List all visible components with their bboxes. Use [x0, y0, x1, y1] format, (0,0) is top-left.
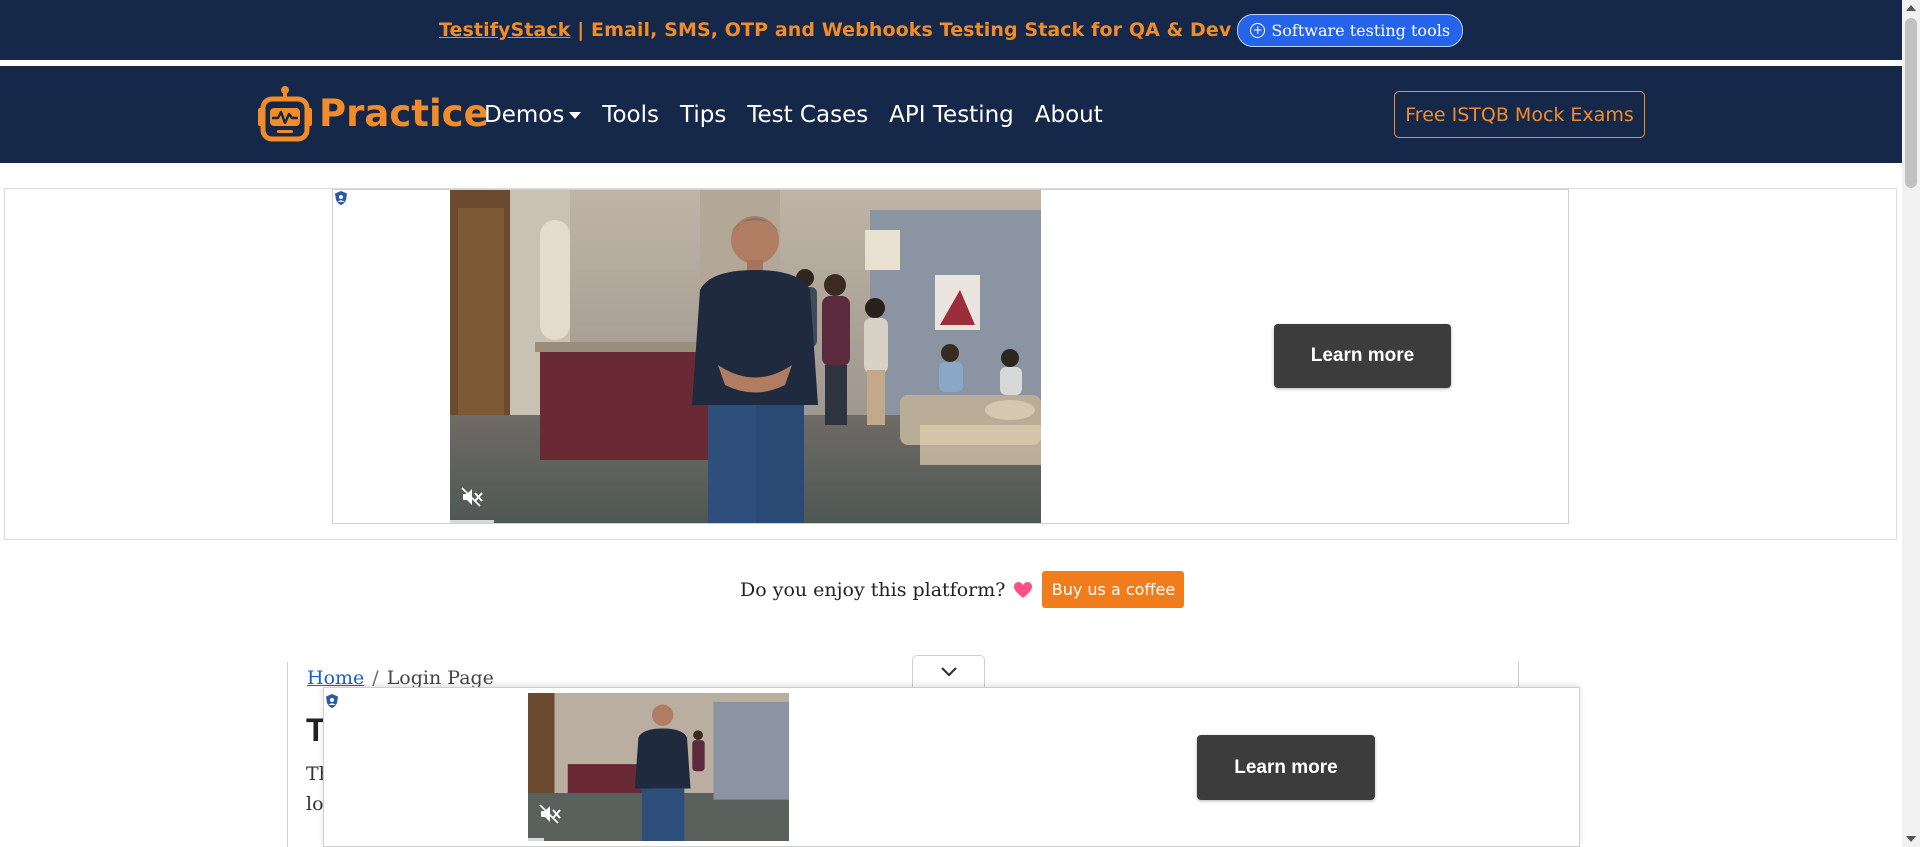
- sticky-ad-video-progress: [528, 838, 544, 841]
- brand-link[interactable]: Practice: [255, 84, 489, 142]
- scrollbar-thumb[interactable]: [1905, 18, 1917, 188]
- sticky-ad-video-frame: [528, 693, 789, 841]
- robot-icon: [258, 86, 312, 142]
- announcement-text: TestifyStack | Email, SMS, OTP and Webho…: [439, 19, 1231, 41]
- heart-icon: [1014, 581, 1033, 598]
- navbar: Practice Demos Tools Tips Test Cases API…: [0, 66, 1902, 163]
- nav-test-cases[interactable]: Test Cases: [747, 102, 868, 128]
- muted-speaker-icon[interactable]: [460, 486, 484, 508]
- ad-video-frame: [450, 190, 1041, 523]
- intro-text-line-2: lo: [306, 793, 324, 815]
- announcement-tagline: | Email, SMS, OTP and Webhooks Testing S…: [570, 19, 1232, 41]
- ad-video-progress: [450, 520, 494, 523]
- plus-circle-icon: +: [1250, 22, 1266, 38]
- breadcrumb: Home / Login Page: [307, 667, 494, 689]
- nav-tips[interactable]: Tips: [680, 102, 726, 128]
- software-testing-tools-label: Software testing tools: [1271, 20, 1451, 40]
- muted-speaker-icon[interactable]: [538, 803, 562, 825]
- buy-us-a-coffee-button[interactable]: Buy us a coffee: [1042, 571, 1185, 608]
- chevron-down-icon: [940, 667, 957, 677]
- sticky-ad-learn-more-button[interactable]: Learn more: [1197, 735, 1375, 800]
- adchoices-icon[interactable]: [324, 693, 340, 709]
- nav-demos-label: Demos: [484, 102, 565, 128]
- nav-tools[interactable]: Tools: [602, 102, 659, 128]
- ad-learn-more-button[interactable]: Learn more: [1274, 324, 1451, 388]
- page: TestifyStack | Email, SMS, OTP and Webho…: [0, 0, 1920, 847]
- caret-down-icon: [569, 111, 582, 119]
- scroll-down-arrow-icon[interactable]: [1906, 836, 1916, 842]
- support-question: Do you enjoy this platform?: [740, 578, 1006, 601]
- scroll-up-arrow-icon[interactable]: [1906, 5, 1916, 11]
- breadcrumb-current: Login Page: [386, 667, 494, 689]
- support-prompt: Do you enjoy this platform? Buy us a cof…: [740, 571, 1185, 608]
- nav-demos-dropdown[interactable]: Demos: [484, 102, 582, 128]
- sticky-ad-collapse-button[interactable]: [912, 655, 985, 688]
- page-scrollbar[interactable]: [1902, 0, 1920, 847]
- nav-about[interactable]: About: [1035, 102, 1103, 128]
- sticky-ad[interactable]: [323, 687, 1580, 847]
- nav-api-testing[interactable]: API Testing: [889, 102, 1014, 128]
- announcement-bar: TestifyStack | Email, SMS, OTP and Webho…: [0, 0, 1902, 63]
- testifystack-link[interactable]: TestifyStack: [439, 19, 571, 41]
- brand-name: Practice: [319, 91, 489, 135]
- software-testing-tools-button[interactable]: + Software testing tools: [1237, 13, 1464, 47]
- sticky-ad-video[interactable]: [528, 693, 789, 841]
- breadcrumb-home-link[interactable]: Home: [307, 667, 364, 689]
- adchoices-icon[interactable]: [333, 190, 349, 206]
- free-istqb-mock-exams-button[interactable]: Free ISTQB Mock Exams: [1394, 91, 1645, 138]
- nav-menu: Demos Tools Tips Test Cases API Testing …: [484, 102, 1124, 128]
- ad-video[interactable]: [450, 190, 1041, 523]
- breadcrumb-separator: /: [372, 667, 379, 689]
